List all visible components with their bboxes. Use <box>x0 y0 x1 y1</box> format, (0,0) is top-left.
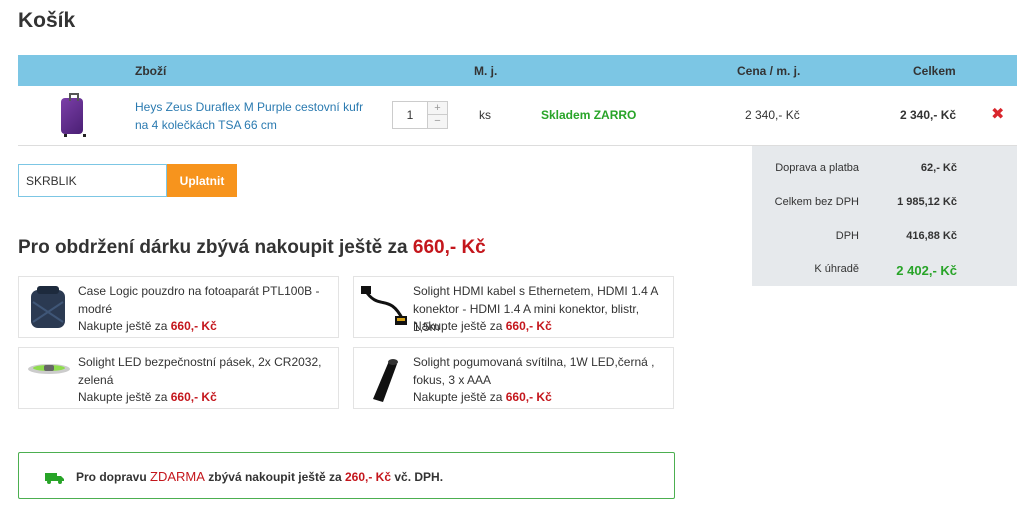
header-unit: M. j. <box>474 64 498 78</box>
summary-value: 62,- Kč <box>920 162 957 174</box>
suitcase-thumbnail[interactable] <box>61 93 86 137</box>
hdmi-cable-icon <box>361 286 407 325</box>
gift-item-name[interactable]: Case Logic pouzdro na fotoaparát PTL100B… <box>78 282 334 318</box>
gift-cta-amount: 660,- Kč <box>505 319 552 333</box>
flashlight-icon <box>373 359 398 402</box>
page-title: Košík <box>18 9 76 32</box>
coupon-input[interactable] <box>18 164 167 197</box>
led-band-icon <box>28 364 70 374</box>
gift-cta-label: Nakupte ještě za <box>78 319 168 333</box>
order-summary: Doprava a platba 62,- Kč Celkem bez DPH … <box>752 146 1017 286</box>
free-shipping-notice: Pro dopravu ZDARMA zbývá nakoupit ještě … <box>18 452 675 499</box>
quantity-stepper[interactable]: 1 + − <box>392 101 448 129</box>
shipping-prefix: Pro dopravu <box>76 470 147 484</box>
header-product: Zboží <box>135 64 167 78</box>
shipping-middle: zbývá nakoupit ještě za <box>208 470 342 484</box>
summary-label: K úhradě <box>814 263 859 275</box>
quantity-decrease-button[interactable]: − <box>427 115 447 128</box>
summary-value: 416,88 Kč <box>906 230 957 242</box>
cart-item-row: Heys Zeus Duraflex M Purple cestovní kuf… <box>18 86 1017 146</box>
gift-item-name[interactable]: Solight LED bezpečnostní pásek, 2x CR203… <box>78 353 334 389</box>
gift-item-name[interactable]: Solight pogumovaná svítilna, 1W LED,čern… <box>413 353 669 389</box>
summary-label: Doprava a platba <box>775 162 859 174</box>
gift-item-cta: Nakupte ještě za 660,- Kč <box>78 390 217 404</box>
gift-item-cta: Nakupte ještě za 660,- Kč <box>413 319 552 333</box>
summary-without-vat: Celkem bez DPH 1 985,12 Kč <box>752 196 1017 216</box>
summary-value: 2 402,- Kč <box>896 263 957 278</box>
gift-cta-amount: 660,- Kč <box>170 319 217 333</box>
gift-item-cta: Nakupte ještě za 660,- Kč <box>413 390 552 404</box>
gift-cta-amount: 660,- Kč <box>505 390 552 404</box>
gift-cta-amount: 660,- Kč <box>170 390 217 404</box>
gift-card[interactable]: Solight pogumovaná svítilna, 1W LED,čern… <box>353 347 674 409</box>
camera-case-icon <box>31 286 65 328</box>
quantity-increase-button[interactable]: + <box>427 102 447 115</box>
free-shipping-text: Pro dopravu ZDARMA zbývá nakoupit ještě … <box>76 469 443 484</box>
summary-value: 1 985,12 Kč <box>897 196 957 208</box>
gift-card[interactable]: Solight HDMI kabel s Ethernetem, HDMI 1.… <box>353 276 674 338</box>
summary-label: Celkem bez DPH <box>774 196 859 208</box>
summary-shipping: Doprava a platba 62,- Kč <box>752 162 1017 182</box>
gift-title-amount: 660,- Kč <box>412 237 486 258</box>
product-name-link[interactable]: Heys Zeus Duraflex M Purple cestovní kuf… <box>135 98 370 134</box>
shipping-amount: 260,- Kč <box>345 470 392 484</box>
gift-cta-label: Nakupte ještě za <box>78 390 168 404</box>
quantity-input[interactable]: 1 <box>393 102 427 128</box>
gift-cta-label: Nakupte ještě za <box>413 319 503 333</box>
shipping-free-label: ZDARMA <box>150 469 205 484</box>
remove-item-icon[interactable]: ✖ <box>991 107 1004 123</box>
stock-status: Skladem ZARRO <box>541 108 637 122</box>
row-total-price: 2 340,- Kč <box>900 108 957 122</box>
header-unit-price: Cena / m. j. <box>737 64 801 78</box>
cart-table-header: Zboží M. j. Cena / m. j. Celkem <box>18 55 1017 86</box>
truck-icon <box>45 473 64 484</box>
gift-card[interactable]: Case Logic pouzdro na fotoaparát PTL100B… <box>18 276 339 338</box>
apply-coupon-button[interactable]: Uplatnit <box>167 164 237 197</box>
gift-title: Pro obdržení dárku zbývá nakoupit ještě … <box>18 237 486 259</box>
unit-label: ks <box>479 108 491 122</box>
gift-card[interactable]: Solight LED bezpečnostní pásek, 2x CR203… <box>18 347 339 409</box>
shipping-suffix: vč. DPH. <box>394 470 444 484</box>
header-total: Celkem <box>913 64 956 78</box>
summary-label: DPH <box>835 230 859 242</box>
summary-to-pay: K úhradě 2 402,- Kč <box>752 263 1017 283</box>
summary-vat: DPH 416,88 Kč <box>752 230 1017 250</box>
gift-item-cta: Nakupte ještě za 660,- Kč <box>78 319 217 333</box>
gift-title-text: Pro obdržení dárku zbývá nakoupit ještě … <box>18 237 408 258</box>
gift-cta-label: Nakupte ještě za <box>413 390 503 404</box>
unit-price: 2 340,- Kč <box>745 108 800 122</box>
